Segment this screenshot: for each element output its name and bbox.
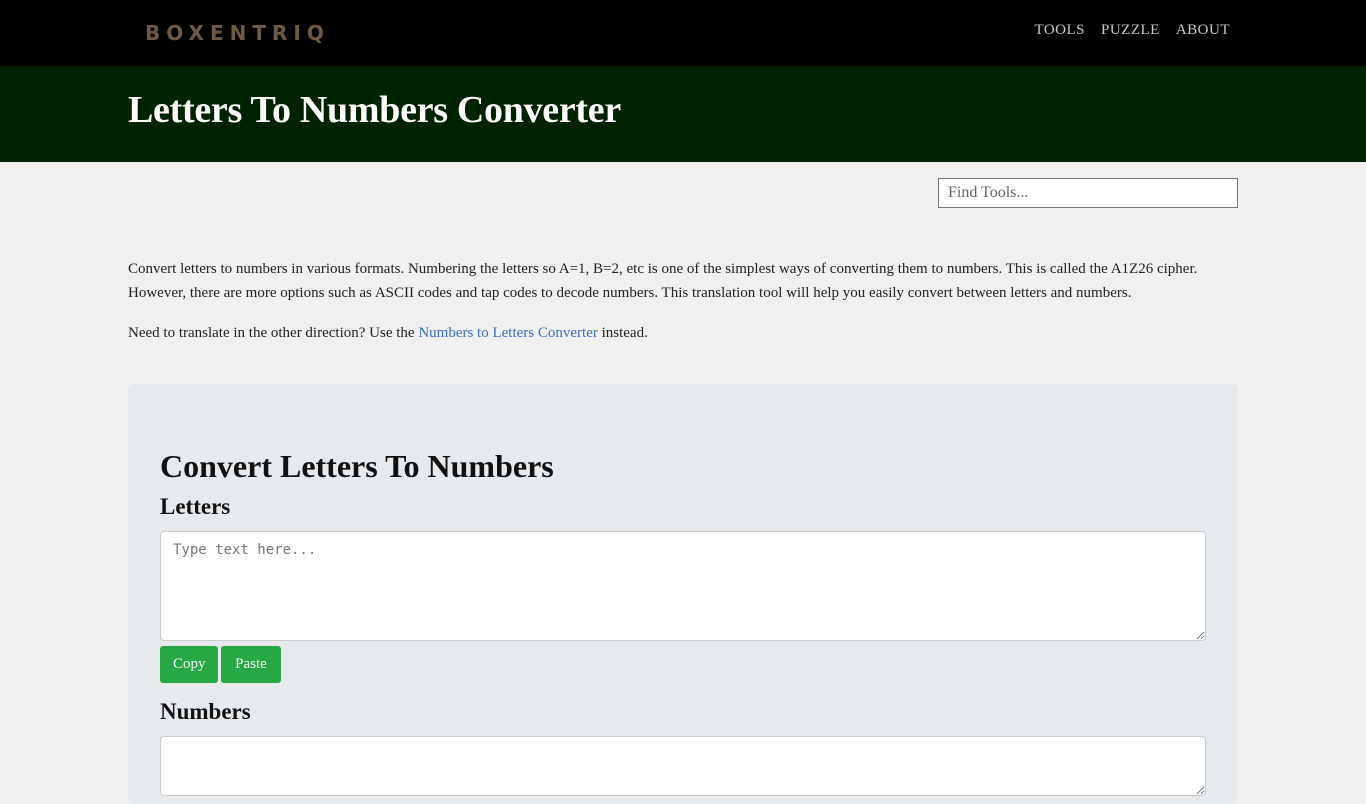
- letters-label: Letters: [160, 494, 231, 519]
- paste-button[interactable]: Paste: [221, 646, 281, 683]
- nav-link-about[interactable]: ABOUT: [1176, 22, 1230, 39]
- top-navbar: BOXENTRIQ TOOLS PUZZLE ABOUT: [0, 0, 1366, 66]
- other-direction-suffix: instead.: [597, 325, 648, 341]
- nav-links: TOOLS PUZZLE ABOUT: [1034, 22, 1230, 39]
- nav-link-tools[interactable]: TOOLS: [1034, 22, 1085, 39]
- numbers-label: Numbers: [160, 699, 251, 724]
- numbers-to-letters-link[interactable]: Numbers to Letters Converter: [418, 325, 598, 341]
- page-banner: Letters To Numbers Converter: [0, 66, 1366, 162]
- numbers-textarea[interactable]: [160, 736, 1206, 796]
- other-direction-paragraph: Need to translate in the other direction…: [128, 321, 1198, 345]
- converter-heading: Convert Letters To Numbers: [160, 448, 554, 484]
- converter-panel: Convert Letters To Numbers Letters Copy …: [128, 384, 1238, 804]
- intro-paragraph: Convert letters to numbers in various fo…: [128, 261, 1198, 301]
- intro-text: Convert letters to numbers in various fo…: [128, 257, 1198, 361]
- page-title: Letters To Numbers Converter: [128, 89, 621, 131]
- copy-button[interactable]: Copy: [160, 646, 218, 683]
- other-direction-text: Need to translate in the other direction…: [128, 325, 419, 341]
- nav-link-puzzle[interactable]: PUZZLE: [1101, 22, 1160, 39]
- find-tools-input[interactable]: [938, 178, 1238, 208]
- letters-textarea[interactable]: [160, 531, 1206, 641]
- site-logo[interactable]: BOXENTRIQ: [145, 21, 330, 45]
